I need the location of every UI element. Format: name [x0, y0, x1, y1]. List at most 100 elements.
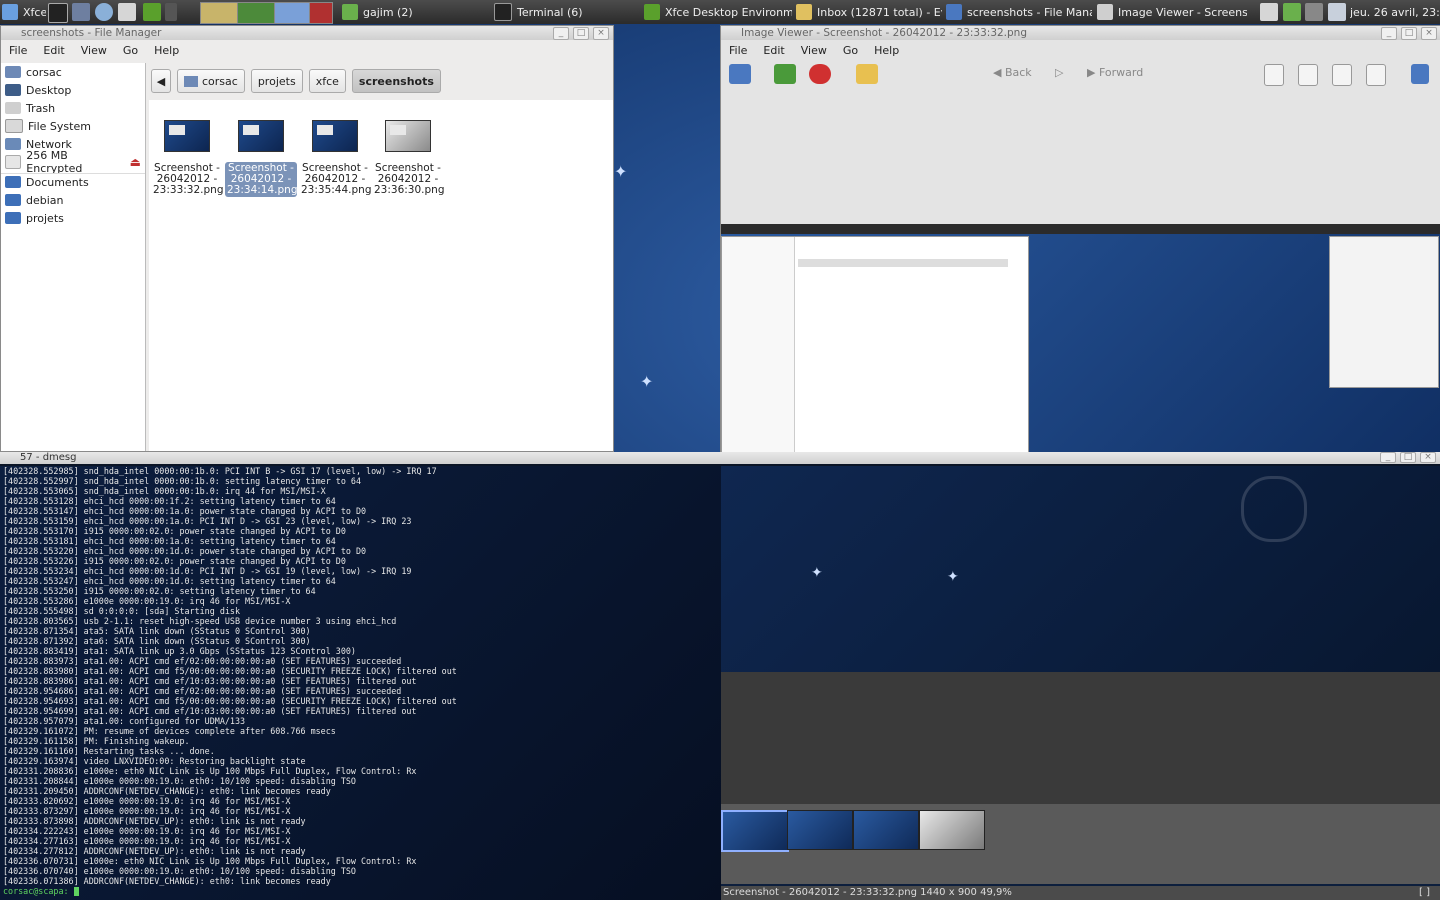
path-crumb-corsac[interactable]: corsac — [177, 69, 245, 93]
workspace-1[interactable] — [200, 2, 238, 24]
menu-help[interactable]: Help — [866, 42, 907, 60]
star-decoration: ✦ — [811, 565, 823, 581]
network-icon[interactable] — [1305, 3, 1323, 21]
terminal-line: [402328.553065] snd_hda_intel 0000:00:1b… — [3, 486, 326, 496]
image-thumbnail — [312, 120, 358, 152]
menu-file[interactable]: File — [1, 42, 35, 60]
xfce-menu-button[interactable]: Xfce — [2, 0, 46, 24]
file-item-selected[interactable]: Screenshot - 26042012 - 23:34:14.png — [225, 112, 297, 197]
zoom-out-icon[interactable] — [1298, 64, 1318, 86]
menu-go[interactable]: Go — [835, 42, 866, 60]
open-folder-icon[interactable] — [729, 64, 751, 84]
places-sidebar: corsac Desktop Trash File System Network… — [1, 63, 146, 451]
sidebar-item-documents[interactable]: Documents — [5, 173, 89, 191]
close-button[interactable]: × — [593, 27, 609, 40]
forward-button[interactable]: ▶ Forward — [1087, 66, 1143, 79]
sidebar-item-debian[interactable]: debian — [5, 191, 64, 209]
terminal-line: [402328.553170] i915 0000:00:02.0: power… — [3, 526, 346, 536]
menu-view[interactable]: View — [793, 42, 835, 60]
star-decoration: ✦ — [947, 569, 959, 585]
mail-launcher-icon[interactable] — [118, 3, 136, 21]
terminal-launcher-icon[interactable] — [48, 3, 68, 23]
thumbnail[interactable] — [919, 810, 985, 850]
task-xfce-desktop[interactable]: Xfce Desktop Environm... — [644, 0, 792, 24]
close-button[interactable]: × — [1420, 452, 1436, 463]
path-crumb-projets[interactable]: projets — [250, 69, 303, 93]
sidebar-item-corsac[interactable]: corsac — [5, 63, 62, 81]
sidebar-item-encrypted[interactable]: 256 MB Encrypted ⏏ — [5, 149, 141, 175]
menu-file[interactable]: File — [721, 42, 755, 60]
zoom-fit-icon[interactable] — [1366, 64, 1386, 86]
clipboard-icon[interactable] — [1260, 3, 1278, 21]
terminal-line: [402331.208836] e1000e: eth0 NIC Link is… — [3, 766, 417, 776]
menu-view[interactable]: View — [73, 42, 115, 60]
sidebar-item-desktop[interactable]: Desktop — [5, 81, 71, 99]
menu-edit[interactable]: Edit — [755, 42, 792, 60]
zoom-100-icon[interactable] — [1332, 64, 1352, 86]
terminal-line: [402329.161158] PM: Finishing wakeup. — [3, 736, 190, 746]
task-file-manager[interactable]: screenshots - File Mana... — [946, 0, 1092, 24]
task-image-viewer[interactable]: Image Viewer - Screens... — [1097, 0, 1247, 24]
terminal-line: [402328.552985] snd_hda_intel 0000:00:1b… — [3, 466, 437, 476]
task-evolution-inbox[interactable]: Inbox (12871 total) - Ev... — [796, 0, 942, 24]
path-crumb-screenshots[interactable]: screenshots — [351, 69, 441, 93]
file-manager-window: screenshots - File Manager _ □ × File Ed… — [0, 25, 614, 452]
menu-help[interactable]: Help — [146, 42, 187, 60]
terminal-line: [402328.871392] ata6: SATA link down (SS… — [3, 636, 311, 646]
workspace-3[interactable] — [274, 2, 310, 24]
save-icon[interactable] — [774, 64, 796, 84]
back-button[interactable]: ◀ Back — [993, 66, 1032, 79]
maximize-button[interactable]: □ — [1401, 27, 1417, 40]
file-manager-titlebar[interactable]: screenshots - File Manager _ □ × — [1, 26, 613, 40]
minimize-button[interactable]: _ — [553, 27, 569, 40]
thumbnail[interactable] — [787, 810, 853, 850]
minimize-button[interactable]: _ — [1380, 452, 1396, 463]
terminal-line: [402328.957079] ata1.00: configured for … — [3, 716, 246, 726]
path-back-button[interactable]: ◀ — [151, 69, 171, 93]
image-viewer-titlebar[interactable]: Image Viewer - Screenshot - 26042012 - 2… — [721, 26, 1440, 40]
sidebar-item-projets[interactable]: projets — [5, 209, 64, 227]
workspace-2[interactable] — [237, 2, 275, 24]
minimize-button[interactable]: _ — [1381, 27, 1397, 40]
shell-prompt: corsac@scapa: — [3, 886, 69, 896]
panel-clock[interactable]: jeu. 26 avril, 23: — [1350, 0, 1440, 24]
file-manager-menubar: File Edit View Go Help — [1, 42, 613, 60]
file-manager-launcher-icon[interactable] — [72, 3, 90, 21]
path-crumb-xfce[interactable]: xfce — [308, 69, 346, 93]
forward-arrow-icon[interactable]: ▷ — [1055, 66, 1063, 79]
file-item[interactable]: Screenshot - 26042012 - 23:33:32.png — [151, 112, 223, 197]
web-browser-launcher-icon[interactable] — [95, 3, 113, 21]
stop-icon[interactable] — [809, 64, 831, 84]
zoom-in-icon[interactable] — [1264, 64, 1284, 86]
pencil-icon[interactable] — [856, 64, 878, 84]
terminal-output[interactable]: [402328.552985] snd_hda_intel 0000:00:1b… — [0, 466, 726, 900]
terminal-titlebar[interactable]: 57 - dmesg _ □ × — [0, 452, 1440, 464]
gajim-tray-icon[interactable] — [1283, 3, 1301, 21]
sidebar-item-trash[interactable]: Trash — [5, 99, 55, 117]
menu-go[interactable]: Go — [115, 42, 146, 60]
sidebar-item-file-system[interactable]: File System — [5, 117, 91, 135]
terminal-line: [402336.070740] e1000e 0000:00:19.0: eth… — [3, 866, 356, 876]
task-terminal[interactable]: Terminal (6) — [494, 0, 634, 24]
terminal-line: [402336.071386] ADDRCONF(NETDEV_CHANGE):… — [3, 876, 331, 886]
gajim-launcher-icon[interactable] — [143, 3, 161, 21]
fullscreen-icon[interactable] — [1411, 64, 1429, 84]
menu-edit[interactable]: Edit — [35, 42, 72, 60]
thumbnail-selected[interactable] — [721, 810, 789, 852]
folder-icon — [5, 176, 21, 188]
close-button[interactable]: × — [1421, 27, 1437, 40]
thumbnail[interactable] — [853, 810, 919, 850]
file-item[interactable]: Screenshot - 26042012 - 23:36:30.png — [372, 112, 444, 197]
terminal-prompt-line[interactable]: corsac@scapa: — [3, 886, 723, 896]
terminal-line: [402328.883419] ata1: SATA link up 3.0 G… — [3, 646, 356, 656]
maximize-button[interactable]: □ — [573, 27, 589, 40]
maximize-button[interactable]: □ — [1400, 452, 1416, 463]
terminal-line: [402334.277163] e1000e 0000:00:19.0: irq… — [3, 836, 291, 846]
window-title: screenshots - File Manager — [21, 27, 162, 39]
eject-icon[interactable]: ⏏ — [130, 155, 141, 169]
file-item[interactable]: Screenshot - 26042012 - 23:35:44.png — [299, 112, 371, 197]
workspace-4[interactable] — [309, 2, 333, 24]
task-gajim[interactable]: gajim (2) — [342, 0, 482, 24]
battery-icon[interactable] — [1328, 3, 1346, 21]
network-icon — [5, 138, 21, 150]
